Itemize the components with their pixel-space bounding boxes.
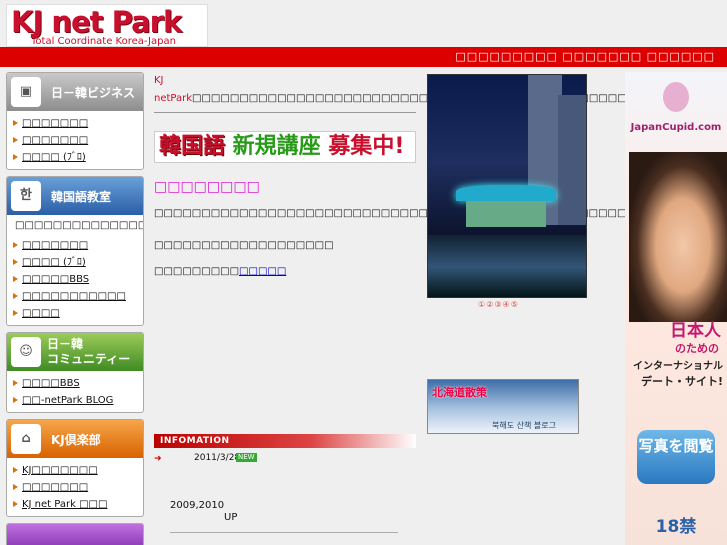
- more-link[interactable]: □□□□□: [239, 266, 286, 277]
- community-item[interactable]: □□-netPark BLOG: [13, 392, 137, 409]
- divider: [154, 112, 416, 113]
- korean-box: 한 韓国語教室 □□□□□□□□□□□□□□□□□□□□□□□□ □□□□□□□…: [6, 176, 144, 326]
- club-title: KJ倶楽部: [51, 433, 101, 447]
- club-header[interactable]: ⌂ KJ倶楽部: [7, 420, 143, 458]
- community-title: 日－韓 コミュニティー: [47, 337, 131, 366]
- korean-course-banner[interactable]: 韓国語 新規講座 募集中!: [154, 131, 416, 163]
- korean-header[interactable]: 한 韓国語教室: [7, 177, 143, 215]
- info-header: INFOMATION: [154, 434, 416, 448]
- divider: [170, 532, 398, 533]
- community-box: ☺ 日－韓 コミュニティー □□□□BBS □□-netPark BLOG: [6, 332, 144, 413]
- lesson-title: □□□□□□□□: [154, 179, 260, 195]
- header-nav-text[interactable]: □□□□□□□□□ □□□□□□□ □□□□□□: [455, 50, 715, 63]
- club-item[interactable]: KJ net Park □□□: [13, 496, 137, 513]
- korean-item[interactable]: □□□□□BBS: [13, 271, 137, 288]
- header-bar: □□□□□□□□□ □□□□□□□ □□□□□□: [0, 47, 727, 67]
- korean-item[interactable]: □□□□ (ﾌﾞﾛ): [13, 254, 137, 271]
- info-section: INFOMATION ➜ 2011/3/28 NEW 2009,2010 UP: [154, 434, 416, 533]
- photo-pager[interactable]: ①②③④⑤: [478, 300, 519, 309]
- business-item[interactable]: □□□□□□□: [13, 132, 137, 149]
- arrow-icon: ➜: [154, 454, 162, 464]
- more-text: □□□□□□□□□□□□□□: [154, 266, 287, 277]
- info-row[interactable]: ➜ 2011/3/28 NEW: [154, 450, 416, 468]
- korean-item[interactable]: □□□□□□□□□□□: [13, 288, 137, 305]
- club-box: ⌂ KJ倶楽部 KJ□□□□□□□ □□□□□□□ KJ net Park □□…: [6, 419, 144, 517]
- lesson-text: □□□□□□□□□□□□□□□□□□□□□□□□□□□□□□□□□□□□□□□□…: [154, 205, 727, 223]
- korean-item[interactable]: □□□□: [13, 305, 137, 322]
- hokkaido-title: 北海道散策: [432, 386, 487, 399]
- gate-roof-shape: [456, 185, 556, 201]
- club-item[interactable]: KJ□□□□□□□: [13, 462, 137, 479]
- info-date: 2011/3/28: [194, 453, 241, 463]
- ad-line4: デート・サイト!: [640, 375, 723, 388]
- new-badge: NEW: [236, 453, 257, 462]
- korean-title: 韓国語教室: [51, 190, 112, 204]
- korean-intro: □□□□□□□□□□□□□□□□□□□□□□□□: [15, 220, 143, 231]
- page: KJ net Park Total Coordinate Korea-Japan…: [0, 0, 727, 545]
- book-icon: 한: [11, 181, 41, 211]
- main-content: KJ netPark□□□□□□□□□□□□□□□□□□□□□□□□□□□□□□…: [154, 72, 727, 281]
- people-icon: ☺: [11, 337, 41, 367]
- intro-text: KJ netPark□□□□□□□□□□□□□□□□□□□□□□□□□□□□□□…: [154, 75, 727, 104]
- namdaemun-photo[interactable]: [427, 74, 587, 298]
- computer-icon: ▣: [11, 77, 41, 107]
- hokkaido-caption: 북해도 산책 블로그: [492, 421, 556, 430]
- building-shape: [558, 95, 586, 225]
- house-icon: ⌂: [11, 424, 41, 454]
- hokkaido-banner[interactable]: 北海道散策 북해도 산책 블로그: [427, 379, 579, 434]
- ad-line2: のための: [675, 342, 719, 355]
- business-item[interactable]: □□□□ (ﾌﾞﾛ): [13, 149, 137, 166]
- korean-item[interactable]: □□□□□□□: [13, 237, 137, 254]
- business-title: 日－韓ビジネス: [51, 86, 136, 100]
- ad-line1: 日本人: [670, 321, 721, 341]
- logo-title: KJ net Park: [11, 5, 182, 39]
- sidebar: ▣ 日－韓ビジネス □□□□□□□ □□□□□□□ □□□□ (ﾌﾞﾛ) 한 韓…: [6, 72, 144, 545]
- business-box: ▣ 日－韓ビジネス □□□□□□□ □□□□□□□ □□□□ (ﾌﾞﾛ): [6, 72, 144, 170]
- water-reflection: [428, 235, 586, 297]
- site-logo[interactable]: KJ net Park Total Coordinate Korea-Japan: [6, 4, 208, 47]
- community-header[interactable]: ☺ 日－韓 コミュニティー: [7, 333, 143, 371]
- ad-line3: インターナショナル: [633, 361, 723, 372]
- ad-photo: [629, 152, 727, 322]
- club-item[interactable]: □□□□□□□: [13, 479, 137, 496]
- info-up: UP: [224, 512, 238, 523]
- age-label: 18禁: [655, 517, 697, 537]
- community-item[interactable]: □□□□BBS: [13, 375, 137, 392]
- extra-box: [6, 523, 144, 545]
- extra-header[interactable]: [7, 524, 143, 545]
- info-years: 2009,2010: [170, 500, 225, 511]
- gate-body-shape: [466, 201, 546, 227]
- cupid-icon: [663, 82, 689, 112]
- business-header[interactable]: ▣ 日－韓ビジネス: [7, 73, 143, 111]
- logo-subtitle: Total Coordinate Korea-Japan: [31, 36, 176, 47]
- cupid-logo: JapanCupid.com: [630, 122, 722, 133]
- business-item[interactable]: □□□□□□□: [13, 115, 137, 132]
- view-photos-button[interactable]: 写真を閲覧: [637, 430, 715, 484]
- japancupid-ad[interactable]: JapanCupid.com 日本人 のための インターナショナル デート・サイ…: [625, 72, 727, 545]
- contact-text: □□□□□□□□□□□□□□□□□□□: [154, 240, 334, 251]
